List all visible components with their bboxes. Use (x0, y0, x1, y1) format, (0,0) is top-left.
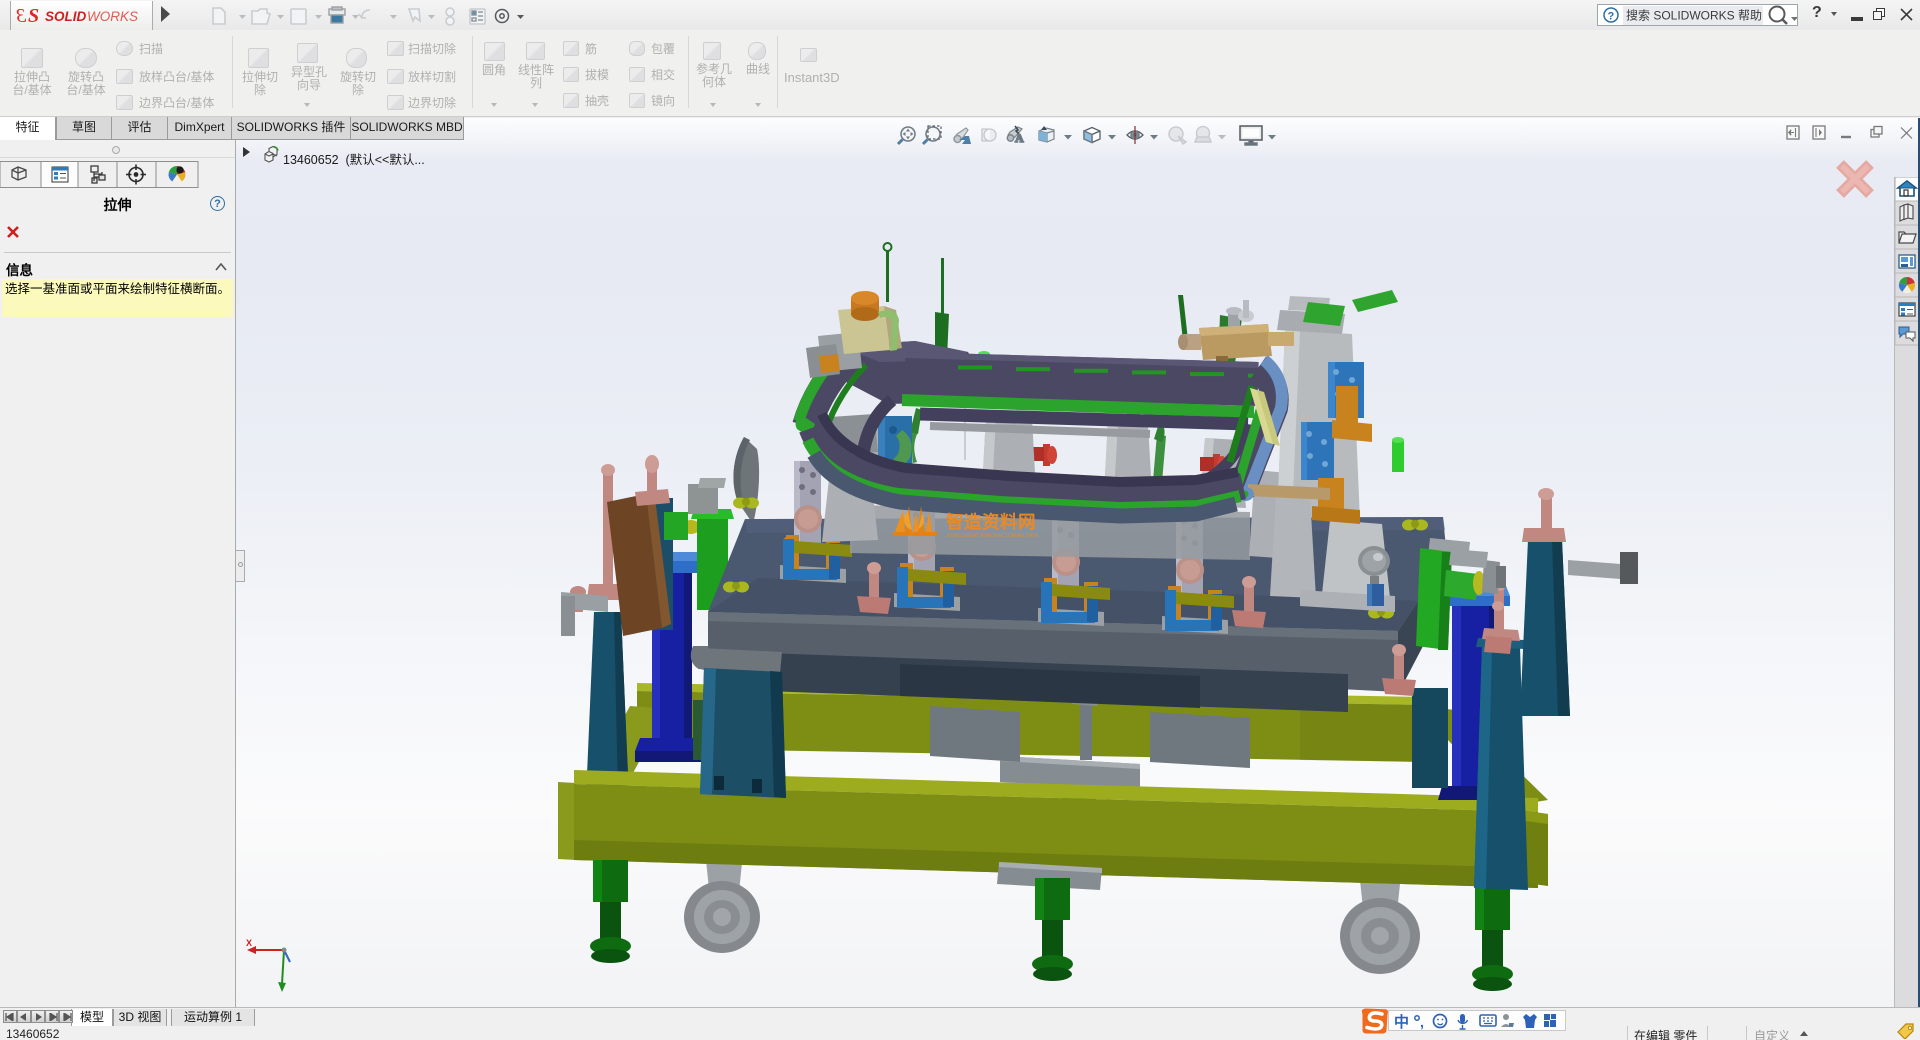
svg-text:,: , (1420, 1014, 1424, 1030)
svg-text:?: ? (1608, 11, 1615, 23)
svg-text:智造资料网: 智造资料网 (946, 512, 1036, 532)
svg-text:SOLID: SOLID (45, 9, 87, 24)
svg-text:3: 3 (16, 5, 27, 27)
svg-text:WORKS: WORKS (87, 9, 138, 24)
svg-text:搜索 SOLIDWORKS 帮助: 搜索 SOLIDWORKS 帮助 (1626, 8, 1762, 23)
svg-text:中: 中 (1394, 1013, 1409, 1031)
svg-text:S: S (28, 5, 39, 27)
svg-text:INTELLIGENT MANUFACTURING DATA: INTELLIGENT MANUFACTURING DATA (947, 533, 1039, 539)
